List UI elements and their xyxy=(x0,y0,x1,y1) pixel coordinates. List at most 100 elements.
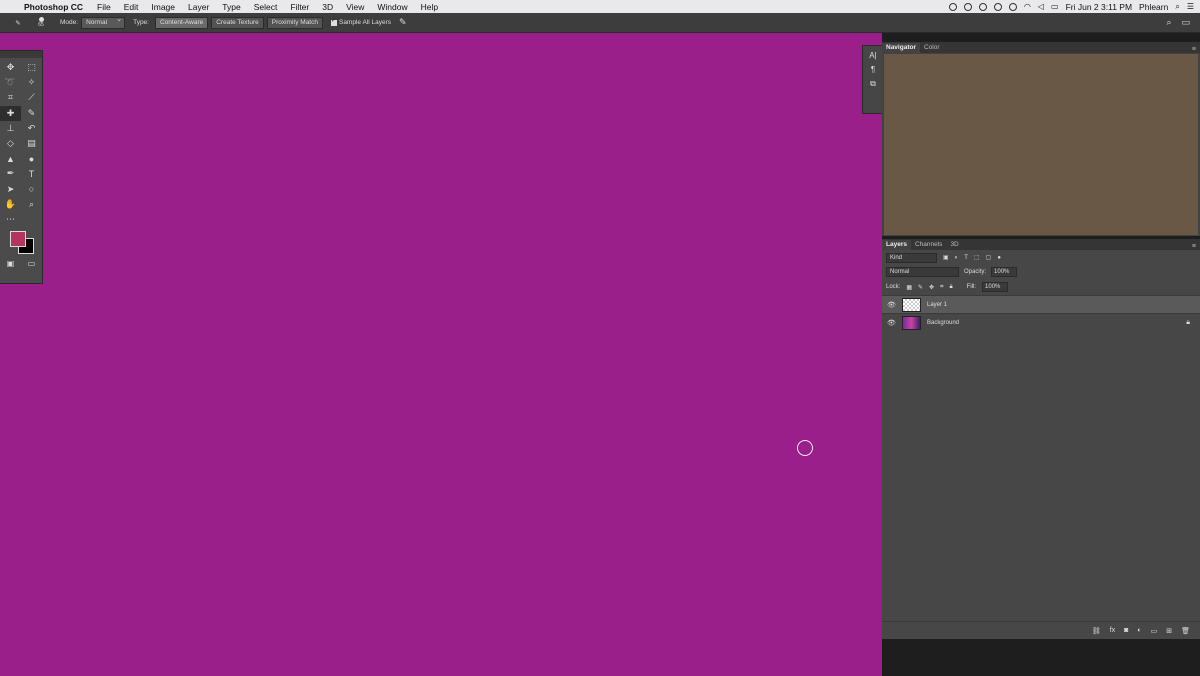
foreground-color-swatch[interactable] xyxy=(10,231,26,248)
tool-preset-picker[interactable]: ✎ xyxy=(6,16,30,30)
clock-icon[interactable] xyxy=(978,2,987,11)
notification-list-icon[interactable]: ☰ xyxy=(1187,2,1194,11)
delete-layer-icon[interactable]: 🗑︎ xyxy=(1181,627,1190,635)
filter-type-icon[interactable]: T xyxy=(964,255,968,261)
blend-mode-select[interactable]: Normal xyxy=(886,267,959,277)
lock-position-icon[interactable]: ✥ xyxy=(929,284,934,291)
hand-tool-icon[interactable]: ✋ xyxy=(0,197,21,212)
more-tools-icon[interactable]: ⋯ xyxy=(0,212,21,227)
new-group-icon[interactable]: ▭ xyxy=(1151,627,1158,635)
wifi-icon[interactable]: ◠ xyxy=(1024,2,1031,11)
layer-row-background[interactable]: 👁︎ Background 🔒︎ xyxy=(882,313,1200,331)
menubar-user[interactable]: Phlearn xyxy=(1139,2,1168,12)
layers-panel-menu-icon[interactable]: ≡ xyxy=(1192,243,1196,250)
menu-edit[interactable]: Edit xyxy=(124,2,139,12)
character-panel-icon[interactable]: A| xyxy=(869,51,876,60)
tab-layers[interactable]: Layers xyxy=(882,240,911,250)
filter-shape-icon[interactable]: ⬚ xyxy=(974,254,980,261)
filter-pixel-icon[interactable]: ▣ xyxy=(943,254,949,261)
tab-navigator[interactable]: Navigator xyxy=(882,43,920,53)
spotlight-search-icon[interactable]: ⌕ xyxy=(1175,2,1179,12)
layer-name[interactable]: Layer 1 xyxy=(927,302,947,308)
move-tool-icon[interactable]: ✥ xyxy=(0,60,21,75)
ellipse-tool-icon[interactable]: ○ xyxy=(21,182,42,197)
clone-stamp-tool-icon[interactable]: ⊥ xyxy=(0,121,21,136)
proximity-match-button[interactable]: Proximity Match xyxy=(266,16,323,29)
layer-name[interactable]: Background xyxy=(927,320,959,326)
crop-tool-icon[interactable]: ⌗ xyxy=(0,90,21,105)
bluetooth-icon[interactable] xyxy=(1008,2,1017,11)
menu-help[interactable]: Help xyxy=(421,2,438,12)
opacity-field[interactable]: 100% xyxy=(991,267,1018,277)
app-name[interactable]: Photoshop CC xyxy=(24,2,83,12)
mode-select[interactable]: Normal xyxy=(81,16,126,29)
menu-window[interactable]: Window xyxy=(377,2,407,12)
workspace-icon[interactable]: ▭ xyxy=(1181,17,1190,28)
spot-healing-tool-icon[interactable]: ✚ xyxy=(0,105,21,121)
opacity-label: Opacity: xyxy=(964,269,987,275)
volume-icon[interactable]: ◁ xyxy=(1038,2,1044,11)
menu-type[interactable]: Type xyxy=(222,2,240,12)
content-aware-button[interactable]: Content-Aware xyxy=(154,16,209,29)
glyphs-panel-icon[interactable]: ⧉ xyxy=(870,79,876,89)
pen-tool-icon[interactable]: ✒ xyxy=(0,166,21,181)
sample-all-layers-checkbox[interactable] xyxy=(330,17,337,26)
tab-channels[interactable]: Channels xyxy=(911,240,946,250)
menu-filter[interactable]: Filter xyxy=(290,2,309,12)
blur-tool-icon[interactable]: ▲ xyxy=(0,151,21,166)
fill-field[interactable]: 100% xyxy=(982,282,1009,292)
filter-smart-object-icon[interactable]: ▢ xyxy=(986,254,992,261)
visibility-eye-icon[interactable]: 👁︎ xyxy=(887,301,896,309)
layer-row-layer-1[interactable]: 👁︎ Layer 1 xyxy=(882,295,1200,313)
adjustment-layer-icon[interactable]: ◐ xyxy=(1137,627,1141,634)
visibility-eye-icon[interactable]: 👁︎ xyxy=(887,319,896,327)
dodge-tool-icon[interactable]: ● xyxy=(21,151,42,166)
filter-toggle-icon[interactable]: ● xyxy=(997,255,1001,261)
search-icon[interactable]: ⌕ xyxy=(1166,17,1171,28)
panel-menu-icon[interactable]: ≡ xyxy=(1192,46,1196,53)
lock-artboard-icon[interactable]: ⌗ xyxy=(940,284,943,291)
menu-image[interactable]: Image xyxy=(151,2,175,12)
menubar-clock[interactable]: Fri Jun 2 3:11 PM xyxy=(1066,2,1132,12)
lock-all-icon[interactable]: 🔒︎ xyxy=(949,284,952,291)
filter-adjustment-icon[interactable]: ◐ xyxy=(955,255,959,261)
tools-panel-grip[interactable] xyxy=(0,51,42,58)
status-icon[interactable] xyxy=(963,2,972,11)
sync-icon[interactable] xyxy=(993,2,1002,11)
link-layers-icon[interactable]: ⛓ xyxy=(1092,627,1101,635)
menu-select[interactable]: Select xyxy=(254,2,278,12)
add-mask-icon[interactable]: ◙ xyxy=(1124,627,1128,634)
new-layer-icon[interactable]: ⊞ xyxy=(1166,627,1172,635)
lasso-tool-icon[interactable]: ➰ xyxy=(0,75,21,90)
record-icon[interactable] xyxy=(948,2,957,11)
menu-file[interactable]: File xyxy=(97,2,111,12)
menu-view[interactable]: View xyxy=(346,2,364,12)
path-selection-tool-icon[interactable]: ➤ xyxy=(0,182,21,197)
quick-mask-icon[interactable]: ▣ xyxy=(7,259,15,268)
layer-filter-kind-select[interactable]: Kind xyxy=(886,252,937,263)
document-canvas[interactable] xyxy=(0,33,882,676)
eyedropper-tool-icon[interactable]: ⟋ xyxy=(21,90,42,105)
tab-3d[interactable]: 3D xyxy=(946,240,962,250)
create-texture-button[interactable]: Create Texture xyxy=(211,16,264,29)
brush-picker[interactable]: 65 xyxy=(30,17,52,28)
screen-mode-icon[interactable]: ▭ xyxy=(28,259,36,268)
eraser-tool-icon[interactable]: ◇ xyxy=(0,136,21,151)
magic-wand-tool-icon[interactable]: ✧ xyxy=(21,75,42,90)
tab-color[interactable]: Color xyxy=(920,43,944,53)
paragraph-panel-icon[interactable]: ¶ xyxy=(871,65,875,74)
brush-tool-icon[interactable]: ✎ xyxy=(21,106,42,121)
lock-pixels-icon[interactable]: ✎ xyxy=(918,284,923,291)
pressure-size-icon[interactable]: ✎ xyxy=(399,17,407,28)
marquee-tool-icon[interactable]: ⬚ xyxy=(21,60,42,75)
zoom-tool-icon[interactable]: ⌕ xyxy=(21,197,42,212)
navigator-preview[interactable] xyxy=(884,54,1198,235)
layer-style-icon[interactable]: fx xyxy=(1110,627,1115,634)
menu-layer[interactable]: Layer xyxy=(188,2,209,12)
gradient-tool-icon[interactable]: ▤ xyxy=(21,136,42,151)
battery-icon[interactable]: ▭ xyxy=(1051,2,1059,11)
history-brush-tool-icon[interactable]: ↶ xyxy=(21,121,42,136)
lock-transparency-icon[interactable]: ▦ xyxy=(906,284,912,291)
type-tool-icon[interactable]: T xyxy=(21,166,42,181)
menu-3d[interactable]: 3D xyxy=(322,2,333,12)
